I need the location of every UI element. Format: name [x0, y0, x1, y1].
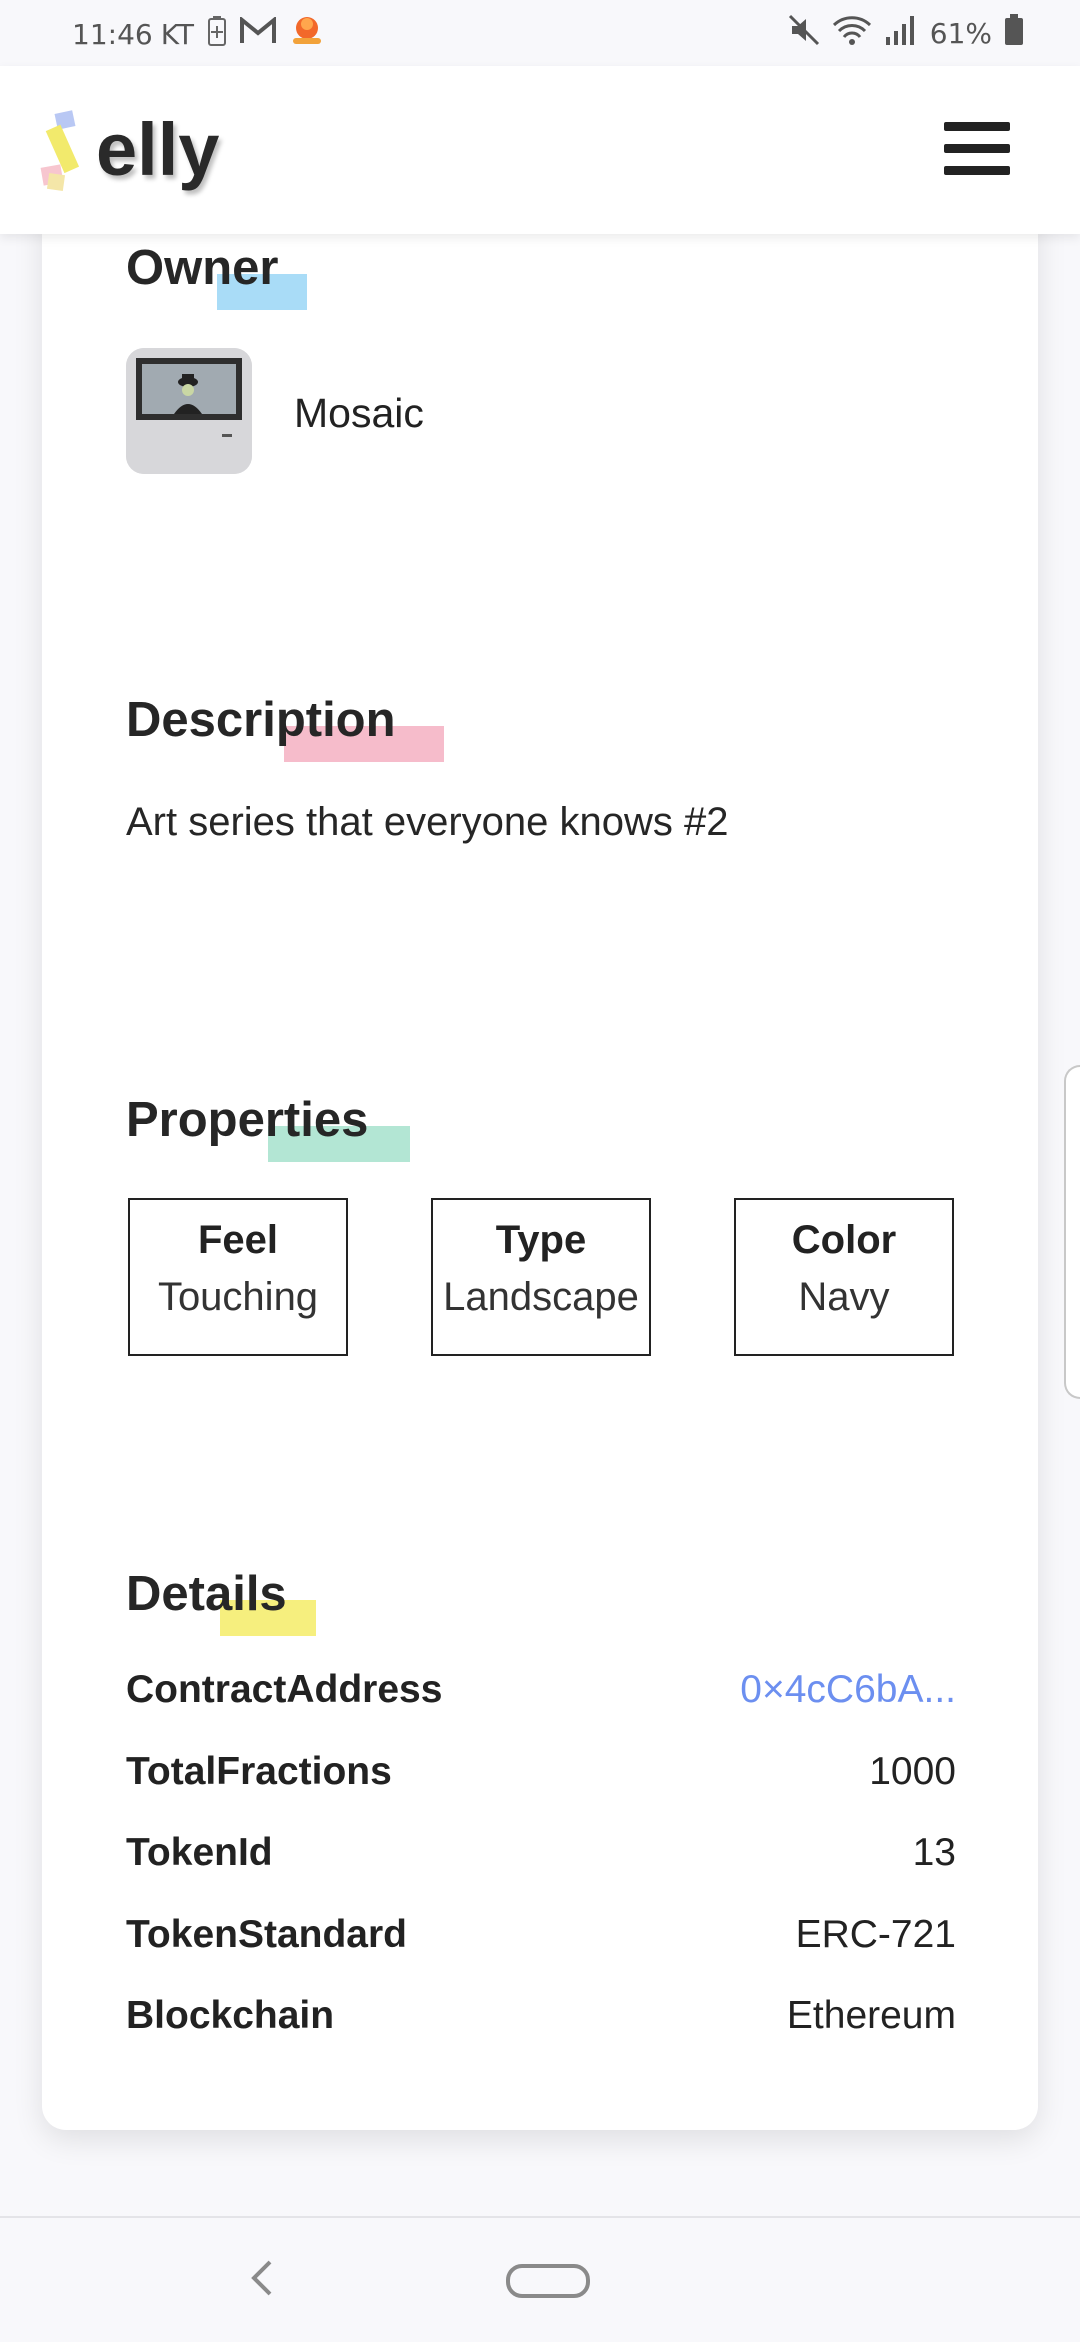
status-bar: 11:46 KT 61% — [0, 0, 1080, 66]
detail-key: ContractAddress — [126, 1668, 443, 1711]
property-value: Landscape — [443, 1275, 639, 1319]
owner-avatar-image — [126, 348, 252, 474]
property-card-type[interactable]: Type Landscape — [431, 1198, 651, 1356]
back-icon[interactable] — [244, 2258, 280, 2298]
logo-mark-icon — [40, 108, 92, 192]
property-value: Navy — [798, 1275, 890, 1319]
owner-name[interactable]: Mosaic — [294, 390, 424, 437]
description-text: Art series that everyone knows #2 — [126, 800, 729, 844]
system-nav-bar — [0, 2216, 1080, 2342]
detail-key: TotalFractions — [126, 1750, 392, 1793]
property-card-feel[interactable]: Feel Touching — [128, 1198, 348, 1356]
detail-value: ERC-721 — [795, 1913, 956, 1956]
status-bar-right: 61% — [788, 14, 1024, 53]
gmail-icon — [240, 15, 276, 52]
detail-row-total-fractions: TotalFractions 1000 — [126, 1750, 956, 1800]
properties-section-title: Properties — [126, 1093, 369, 1147]
wifi-icon — [832, 14, 872, 53]
description-section-title: Description — [126, 693, 396, 747]
detail-row-contract-address: ContractAddress 0×4cC6bA... — [126, 1668, 956, 1718]
detail-key: TokenStandard — [126, 1913, 407, 1956]
home-icon[interactable] — [506, 2264, 590, 2298]
hamburger-menu-icon[interactable] — [944, 122, 1010, 176]
status-carrier: KT — [160, 18, 194, 51]
status-time: 11:46 — [72, 18, 153, 51]
detail-value: 13 — [912, 1831, 956, 1874]
status-bar-left: 11:46 KT — [72, 14, 324, 55]
app-notification-icon — [290, 14, 324, 55]
owner-avatar[interactable] — [126, 348, 252, 474]
battery-percent: 61% — [929, 17, 992, 50]
property-value: Touching — [157, 1275, 319, 1319]
battery-saver-icon — [208, 16, 226, 53]
logo-text: elly — [96, 108, 220, 191]
signal-icon — [884, 15, 918, 52]
edge-panel-handle[interactable] — [1064, 1065, 1080, 1399]
app-header: elly — [0, 66, 1080, 234]
property-key: Type — [495, 1218, 587, 1262]
nft-detail-card: Owner Mosaic Description Art series that… — [42, 200, 1038, 2130]
detail-row-blockchain: Blockchain Ethereum — [126, 1994, 956, 2044]
battery-icon — [1004, 14, 1024, 53]
owner-section-title: Owner — [126, 241, 279, 295]
property-key: Feel — [197, 1218, 279, 1262]
detail-value: Ethereum — [786, 1994, 956, 2037]
logo[interactable]: elly — [40, 108, 219, 192]
details-section-title: Details — [126, 1567, 287, 1621]
property-key: Color — [791, 1218, 897, 1262]
mute-icon — [788, 14, 820, 53]
contract-address-link[interactable]: 0×4cC6bA... — [740, 1668, 956, 1712]
detail-value: 1000 — [869, 1750, 956, 1793]
detail-key: Blockchain — [126, 1994, 335, 2037]
property-card-color[interactable]: Color Navy — [734, 1198, 954, 1356]
detail-row-token-id: TokenId 13 — [126, 1831, 956, 1881]
detail-key: TokenId — [126, 1831, 273, 1874]
detail-row-token-standard: TokenStandard ERC-721 — [126, 1913, 956, 1963]
